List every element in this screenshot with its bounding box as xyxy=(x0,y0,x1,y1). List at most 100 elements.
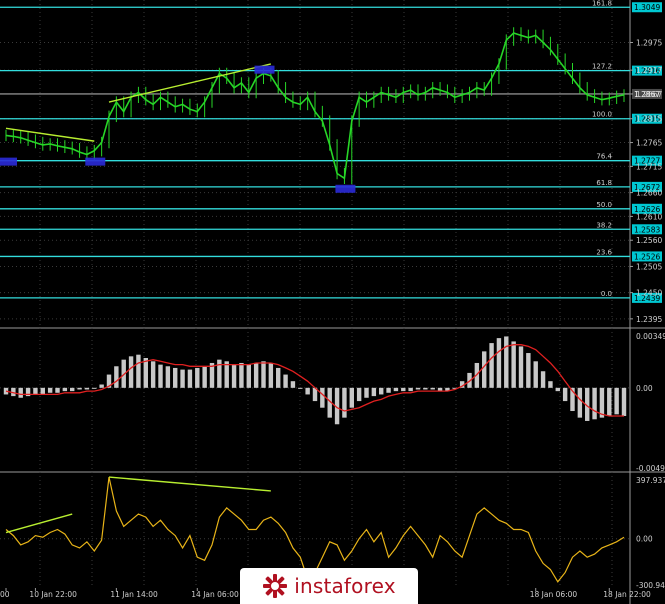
macd-panel[interactable] xyxy=(0,336,630,425)
macd-histogram-bar xyxy=(276,367,281,388)
macd-histogram-bar xyxy=(143,358,148,388)
price-tick-label: 1.2917 xyxy=(636,66,662,75)
macd-histogram-bar xyxy=(298,387,303,389)
macd-histogram-bar xyxy=(253,362,259,388)
macd-histogram-bar xyxy=(239,362,244,388)
price-tick-label: 1.2765 xyxy=(636,139,662,148)
macd-histogram-bar xyxy=(305,387,310,395)
price-tick-label: 1.2395 xyxy=(636,315,662,324)
macd-histogram-bar xyxy=(393,387,399,392)
oscillator-panel[interactable] xyxy=(0,476,630,583)
macd-histogram-bar xyxy=(408,387,413,392)
macd-histogram-bar xyxy=(511,341,516,388)
macd-tick-label: 0.00349 xyxy=(636,332,665,341)
fib-level-label: 50.0 xyxy=(596,201,612,209)
macd-histogram-bar xyxy=(84,387,90,390)
fib-level-label: 76.4 xyxy=(596,153,612,161)
macd-histogram-bar xyxy=(526,353,531,388)
macd-histogram-bar xyxy=(342,387,347,418)
macd-histogram-bar xyxy=(562,387,568,402)
time-tick-label: 00 xyxy=(0,590,10,599)
osc-trendline xyxy=(108,476,271,492)
macd-histogram-bar xyxy=(364,387,369,398)
macd-histogram-bar xyxy=(231,364,237,388)
macd-histogram-bar xyxy=(548,381,553,388)
macd-histogram-bar xyxy=(555,387,560,392)
macd-histogram-bar xyxy=(496,338,502,388)
osc-line xyxy=(5,476,625,583)
macd-histogram-bar xyxy=(540,371,546,388)
macd-histogram-bar xyxy=(99,384,104,388)
fib-price-label: 1.3049 xyxy=(634,3,660,12)
oscillator-series xyxy=(0,476,630,583)
fib-level-label: 161.8 xyxy=(592,0,612,7)
macd-histogram-bar xyxy=(415,387,421,390)
macd-histogram-bar xyxy=(40,387,45,395)
macd-histogram-bar xyxy=(349,387,354,408)
instaforex-logo-icon xyxy=(263,574,288,598)
macd-histogram-bar xyxy=(136,354,141,388)
macd-histogram-bar xyxy=(607,387,612,416)
fib-price-label: 1.2583 xyxy=(634,225,660,234)
macd-histogram-bar xyxy=(268,362,274,388)
price-tick-label: 1.2815 xyxy=(636,115,662,124)
fib-level-label: 0.0 xyxy=(601,290,612,298)
macd-tick-label: 0.00 xyxy=(636,384,653,393)
chart-grid xyxy=(0,0,665,604)
macd-histogram-bar xyxy=(173,367,178,388)
fib-level-label: 23.6 xyxy=(596,248,612,256)
macd-histogram-bar xyxy=(47,387,53,393)
macd-histogram-bar xyxy=(217,359,222,388)
price-panel[interactable]: 161.8 1.3049127.2 1.29161.2867100.0 1.28157… xyxy=(0,0,662,303)
fib-price-label: 1.2526 xyxy=(634,252,660,261)
macd-histogram-bar xyxy=(114,366,119,388)
macd-histogram-bar xyxy=(195,367,200,388)
watermark-banner: instaforex xyxy=(240,568,418,604)
price-highlight-box xyxy=(254,65,275,74)
fib-level-label: 61.8 xyxy=(596,179,612,187)
macd-histogram-bar xyxy=(246,364,251,388)
trading-chart[interactable]: 161.8 1.3049127.2 1.29161.2867100.0 1.28157… xyxy=(0,0,665,604)
macd-histogram-bar xyxy=(614,387,619,415)
watermark-text: instaforex xyxy=(294,574,396,598)
macd-histogram-bar xyxy=(283,374,288,388)
macd-histogram-bar xyxy=(482,351,487,388)
macd-histogram-bar xyxy=(371,387,377,397)
time-tick-label: 14 Jan 06:00 xyxy=(191,590,239,599)
macd-histogram-bar xyxy=(577,387,583,418)
time-tick-label: 10 Jan 22:00 xyxy=(29,590,77,599)
osc-trendline xyxy=(5,513,73,534)
price-highlight-box xyxy=(85,157,106,166)
macd-histogram-bar xyxy=(158,364,163,388)
osc-tick-label: 0.00 xyxy=(636,535,653,544)
macd-histogram-bar xyxy=(379,387,384,395)
macd-histogram-bar xyxy=(290,381,296,388)
macd-histogram-bar xyxy=(202,366,207,388)
time-tick-label: 18 Jan 06:00 xyxy=(530,590,578,599)
fib-level-label: 38.2 xyxy=(596,221,612,229)
price-tick-label: 1.2660 xyxy=(636,189,662,198)
macd-histogram-bar xyxy=(187,369,193,388)
macd-histogram-bar xyxy=(70,387,75,392)
macd-histogram-bar xyxy=(55,387,60,393)
time-tick-label: 18 Jan 22:00 xyxy=(603,590,651,599)
osc-tick-label: -300.9421 xyxy=(636,581,665,590)
price-tick-label: 1.2505 xyxy=(636,262,662,271)
macd-series xyxy=(0,336,630,425)
macd-histogram-bar xyxy=(18,387,23,398)
price-highlight-box xyxy=(0,157,17,166)
macd-histogram-bar xyxy=(128,356,134,388)
macd-histogram-bar xyxy=(430,387,435,390)
macd-histogram-bar xyxy=(423,387,428,390)
macd-histogram-bar xyxy=(92,387,97,389)
price-annotations xyxy=(0,63,356,193)
macd-histogram-bar xyxy=(150,361,156,388)
time-tick-label: 11 Jan 14:00 xyxy=(110,590,158,599)
macd-histogram-bar xyxy=(62,387,68,392)
macd-histogram-bar xyxy=(180,369,185,388)
fib-level-label: 127.2 xyxy=(592,63,612,71)
macd-histogram-bar xyxy=(401,387,406,392)
macd-histogram-bar xyxy=(386,387,391,393)
price-tick-label: 1.2560 xyxy=(636,236,662,245)
macd-histogram-bar xyxy=(77,387,82,390)
